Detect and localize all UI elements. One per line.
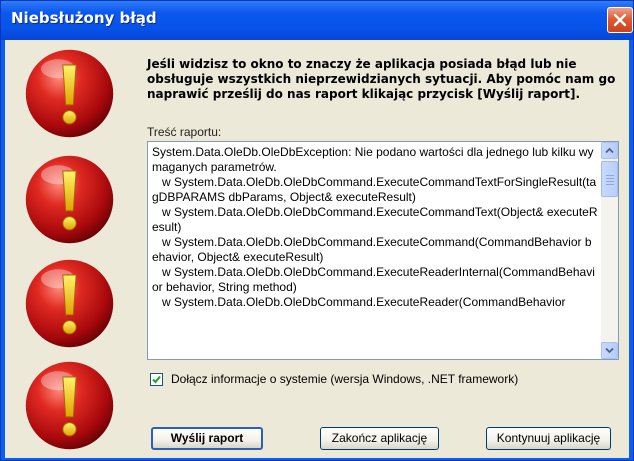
close-icon xyxy=(613,13,627,27)
send-report-button[interactable]: Wyślij raport xyxy=(151,427,263,450)
scroll-thumb[interactable] xyxy=(601,161,618,197)
scroll-up-button[interactable] xyxy=(601,142,618,159)
scroll-down-button[interactable] xyxy=(601,342,618,359)
checkmark-icon xyxy=(152,375,161,384)
include-system-info-checkbox[interactable] xyxy=(150,373,163,386)
window-title: Niebsłużony błąd xyxy=(11,9,157,27)
chevron-down-icon xyxy=(605,347,614,354)
warning-icon xyxy=(25,49,114,138)
title-bar[interactable]: Niebsłużony błąd xyxy=(1,1,633,40)
quit-app-button[interactable]: Zakończ aplikację xyxy=(320,427,439,450)
continue-app-button[interactable]: Kontynuuj aplikację xyxy=(486,427,611,450)
include-system-info-label[interactable]: Dołącz informacje o systemie (wersja Win… xyxy=(171,372,518,386)
error-message: Jeśli widzisz to okno to znaczy że aplik… xyxy=(147,57,616,101)
chevron-up-icon xyxy=(605,147,614,154)
error-dialog-window: Niebsłużony błąd Jeśli widzisz to okno t… xyxy=(0,0,634,461)
report-scrollbar[interactable] xyxy=(601,142,618,359)
dialog-body: Jeśli widzisz to okno to znaczy że aplik… xyxy=(5,40,629,458)
warning-icon xyxy=(25,155,114,244)
warning-icons-column xyxy=(5,40,133,458)
warning-icon xyxy=(25,361,114,450)
warning-icon xyxy=(25,259,114,348)
report-text[interactable]: System.Data.OleDb.OleDbException: Nie po… xyxy=(152,145,598,357)
close-button[interactable] xyxy=(607,7,633,33)
report-label: Treść raportu: xyxy=(147,125,222,139)
report-textbox[interactable]: System.Data.OleDb.OleDbException: Nie po… xyxy=(147,141,619,360)
